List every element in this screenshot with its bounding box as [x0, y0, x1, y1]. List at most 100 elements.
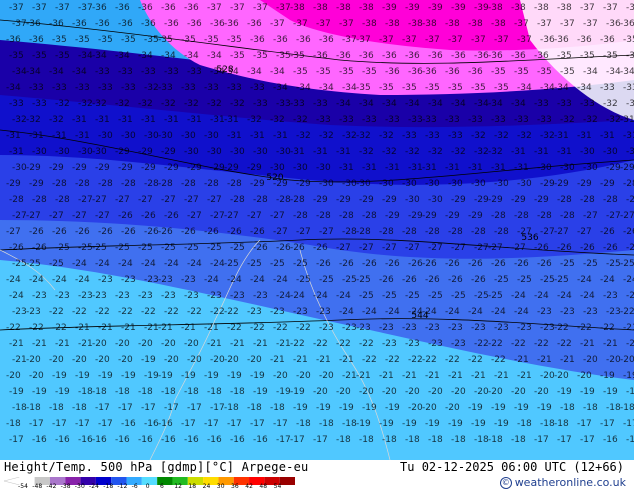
temperature-value: -35 — [9, 51, 24, 61]
temperature-value: -30 — [204, 131, 219, 141]
temperature-value: -26 — [448, 275, 463, 285]
temperature-value: -20 — [319, 371, 334, 381]
temperature-value: -30 — [603, 147, 618, 157]
temperature-value: -20 — [29, 371, 44, 381]
temperature-value: -29 — [138, 147, 153, 157]
temperature-value: -34 — [517, 83, 532, 93]
temperature-value: -22 — [296, 323, 311, 333]
temperature-value: -33 — [491, 115, 506, 125]
temperature-value: -38 — [422, 19, 437, 29]
temperature-value: -35 — [52, 35, 67, 45]
temperature-value: -33 — [227, 83, 242, 93]
temperature-value: -34 — [342, 83, 357, 93]
temperature-value: -36 — [540, 35, 555, 45]
temperature-value: -18 — [405, 435, 420, 445]
temperature-value: -30 — [144, 131, 159, 141]
legend-tick: 54 — [273, 483, 282, 490]
temperature-value: -25 — [12, 259, 27, 269]
temperature-value: -17 — [290, 435, 305, 445]
temperature-value: -30 — [319, 179, 334, 189]
temperature-value: -24 — [29, 275, 44, 285]
temperature-value: -28 — [557, 195, 572, 205]
temperature-value: -16 — [55, 435, 70, 445]
temperature-value: -35 — [276, 51, 291, 61]
temperature-value: -35 — [379, 83, 394, 93]
temperature-value: -17 — [95, 403, 110, 413]
temperature-value: -26 — [379, 275, 394, 285]
temperature-value: -29 — [296, 179, 311, 189]
temperature-value: -31 — [250, 131, 265, 141]
temperature-value: -34 — [488, 99, 503, 109]
temperature-value: -23 — [55, 291, 70, 301]
map-title: Height/Temp. 500 hPa [gdmp][°C] Arpege-e… — [4, 460, 308, 474]
temperature-value: -23 — [382, 339, 397, 349]
temperature-value: -34 — [405, 99, 420, 109]
temperature-value: -21 — [537, 355, 552, 365]
temperature-value: -25 — [494, 275, 509, 285]
temperature-value: -25 — [296, 275, 311, 285]
temperature-value: -33 — [276, 99, 291, 109]
temperature-value: -27 — [606, 211, 621, 221]
temperature-value: -26 — [253, 243, 268, 253]
temperature-value: -37 — [514, 19, 529, 29]
credit-link[interactable]: © weatheronline.co.uk — [499, 476, 626, 489]
temperature-value: -34 — [540, 83, 555, 93]
temperature-value: -19 — [494, 419, 509, 429]
copyright-icon: © — [499, 477, 512, 489]
temperature-value: -20 — [451, 387, 466, 397]
temperature-value: -29 — [313, 195, 328, 205]
temperature-value: -35 — [230, 51, 245, 61]
temperature-value: -28 — [362, 211, 377, 221]
temperature-value: -35 — [623, 35, 634, 45]
temperature-value: -39 — [382, 3, 397, 13]
temperature-value: -24 — [362, 307, 377, 317]
temperature-value: -31 — [290, 147, 305, 157]
temperature-value: -30 — [560, 163, 575, 173]
temperature-value: -37 — [580, 3, 595, 13]
temperature-value: -30 — [293, 163, 308, 173]
temperature-value: -29 — [554, 179, 569, 189]
temperature-value: -34 — [12, 67, 27, 77]
temperature-value: -35 — [514, 67, 529, 77]
temperature-value: -36 — [577, 35, 592, 45]
temperature-value: -16 — [626, 435, 634, 445]
temperature-value: -28 — [52, 179, 67, 189]
temperature-value: -27 — [49, 211, 64, 221]
temperature-value: -20 — [408, 403, 423, 413]
temperature-value: -21 — [471, 371, 486, 381]
temperature-value: -28 — [448, 227, 463, 237]
temperature-value: -30 — [270, 163, 285, 173]
temperature-value: -19 — [9, 387, 24, 397]
temperature-value: -23 — [319, 323, 334, 333]
temperature-value: -28 — [121, 179, 136, 189]
temperature-value: -30 — [92, 147, 107, 157]
temperature-value: -34 — [382, 99, 397, 109]
temperature-value: -22 — [227, 323, 242, 333]
temperature-value: -25 — [115, 243, 130, 253]
temperature-value: -31 — [75, 131, 90, 141]
temperature-value: -25 — [488, 291, 503, 301]
footer-bar: Height/Temp. 500 hPa [gdmp][°C] Arpege-e… — [0, 460, 634, 490]
temperature-value: -22 — [359, 339, 374, 349]
temperature-value: -27 — [319, 227, 334, 237]
temperature-value: -30 — [425, 179, 440, 189]
temperature-value: -25 — [26, 259, 41, 269]
temperature-value: -22 — [313, 339, 328, 349]
temperature-value: -25 — [359, 291, 374, 301]
temperature-value: -28 — [290, 195, 305, 205]
temperature-value: -30 — [405, 195, 420, 205]
temperature-value: -27 — [511, 243, 526, 253]
legend-tick: 48 — [259, 483, 268, 490]
temperature-value: -25 — [451, 291, 466, 301]
legend-tick: -24 — [89, 483, 100, 490]
temperature-value: -34 — [161, 51, 176, 61]
temperature-value: -24 — [273, 275, 288, 285]
temperature-value: -24 — [141, 259, 156, 269]
temperature-value: -21 — [339, 355, 354, 365]
temperature-value: -30 — [253, 147, 268, 157]
temperature-value: -18 — [26, 403, 41, 413]
temperature-value: -25 — [606, 259, 621, 269]
temperature-value: -28 — [230, 195, 245, 205]
temperature-value: -19 — [52, 371, 67, 381]
temperature-value: -30 — [316, 163, 331, 173]
